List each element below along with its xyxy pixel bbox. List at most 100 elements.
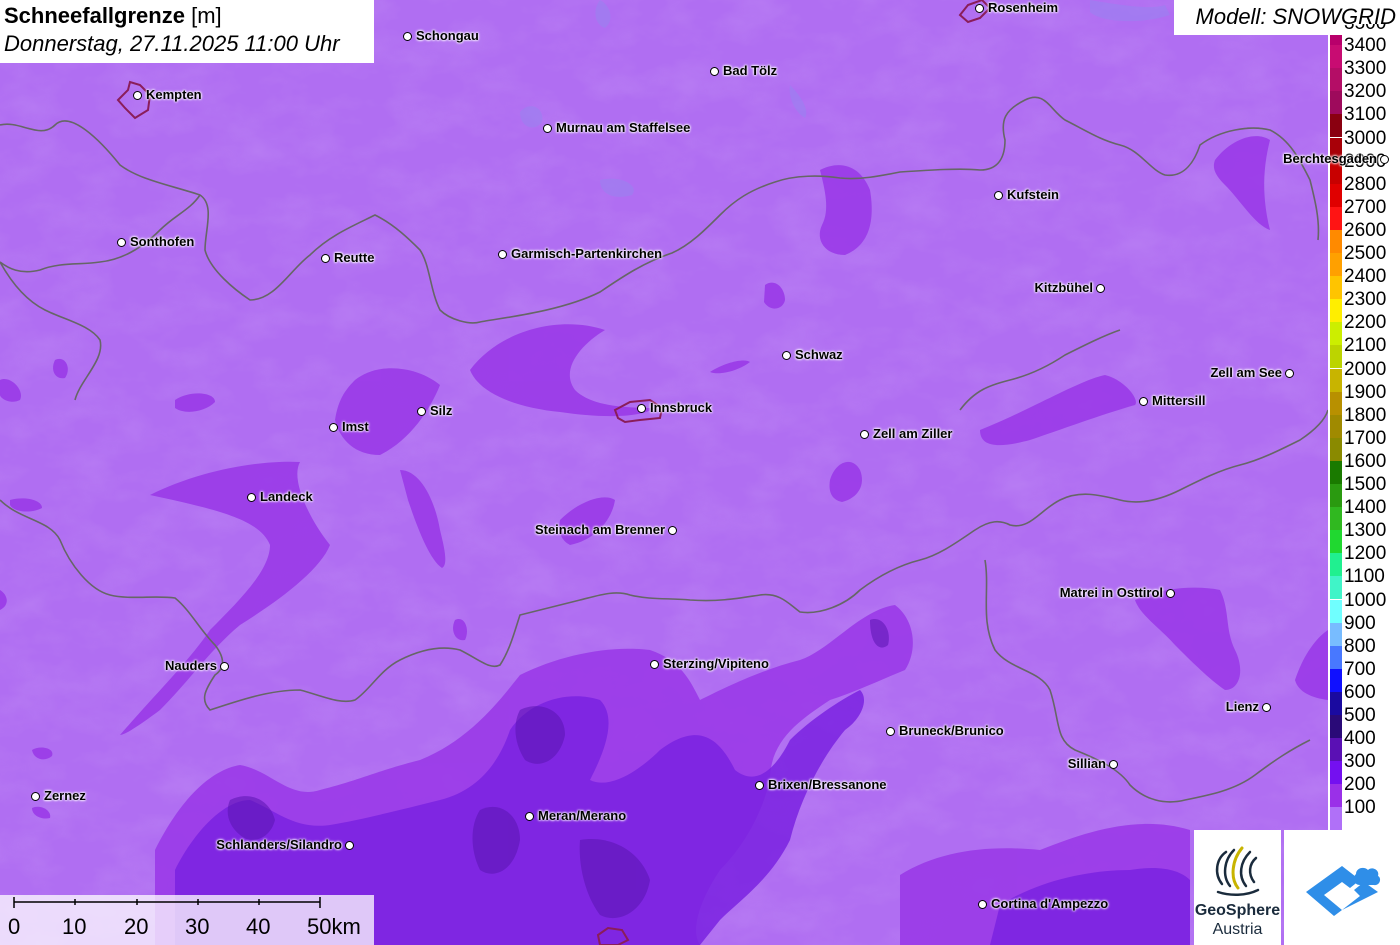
app-logo[interactable] [1284,830,1400,945]
city-marker[interactable] [133,91,142,100]
scale-bar: 0 10 20 30 40 50km [0,895,374,945]
city-label: Bruneck/Brunico [899,723,1004,738]
legend-label: 2100 [1344,335,1387,357]
scale-label-40: 40 [246,914,271,939]
legend-label: 3300 [1344,58,1387,80]
legend-label: 2600 [1344,219,1387,241]
legend-label: 2000 [1344,358,1387,380]
legend-swatch [1330,91,1342,115]
scale-label-20: 20 [124,914,149,939]
legend-label: 1500 [1344,474,1387,495]
city-marker[interactable] [31,792,40,801]
legend-swatch [1330,299,1342,323]
legend-swatch [1330,253,1342,276]
city-label: Bad Tölz [723,63,778,78]
legend-label: 1000 [1344,589,1387,611]
city-marker[interactable] [1166,589,1175,598]
city-marker[interactable] [978,900,987,909]
city-marker[interactable] [117,238,126,247]
legend-swatch [1330,691,1342,715]
legend-label: 2300 [1344,289,1387,311]
city-label: Silz [430,403,453,418]
city-marker[interactable] [220,662,229,671]
city-marker[interactable] [1109,760,1118,769]
city-marker[interactable] [403,32,412,41]
geosphere-emblem-icon [1215,846,1260,896]
legend-swatch [1330,45,1342,69]
legend-swatch [1330,668,1342,692]
legend-swatch [1330,35,1342,45]
city-marker[interactable] [782,351,791,360]
legend-swatch [1330,645,1342,669]
legend-label: 1300 [1344,520,1387,542]
legend-label: 2200 [1344,312,1387,334]
city-label: Zell am Ziller [873,426,953,441]
parameter-name: Schneefallgrenze [4,3,185,28]
city-marker[interactable] [1285,369,1294,378]
legend-swatch [1330,761,1342,785]
city-label: Steinach am Brenner [534,522,665,537]
city-marker[interactable] [498,250,507,259]
snowfall-line-map[interactable] [0,0,1400,945]
city-marker[interactable] [994,191,1003,200]
city-marker[interactable] [755,781,764,790]
city-marker[interactable] [1380,155,1389,164]
legend-swatch [1330,738,1342,762]
city-marker[interactable] [345,841,354,850]
city-label: Berchtesgaden [1283,151,1377,166]
city-marker[interactable] [329,423,338,432]
legend-swatch [1330,322,1342,346]
city-label: Kitzbühel [1034,280,1094,295]
legend-swatch [1330,484,1342,507]
legend-label: 1600 [1344,450,1387,472]
legend-swatch [1330,807,1342,831]
city-marker[interactable] [668,526,677,535]
city-marker[interactable] [710,67,719,76]
legend-label: 400 [1344,728,1376,750]
legend-swatch [1330,622,1342,646]
city-marker[interactable] [1139,397,1148,406]
legend-label: 800 [1344,635,1376,657]
city-marker[interactable] [543,124,552,133]
city-label: Zell am See [1210,365,1282,380]
city-label: Meran/Merano [538,808,627,823]
city-marker[interactable] [975,4,984,13]
city-label: Matrei in Osttirol [1059,585,1163,600]
snow-mountain-app-icon [1306,866,1381,916]
city-label: Zernez [44,788,86,803]
scale-label-30: 30 [185,914,210,939]
city-label: Imst [342,419,369,434]
legend-swatch [1330,183,1342,207]
city-marker[interactable] [637,404,646,413]
city-marker[interactable] [321,254,330,263]
legend-label: 1800 [1344,404,1387,426]
legend-label: 3400 [1344,35,1387,57]
city-marker[interactable] [417,407,426,416]
city-marker[interactable] [860,430,869,439]
scale-label-10: 10 [62,914,87,939]
legend-label: 3100 [1344,104,1387,126]
legend-swatch [1330,114,1342,138]
legend-swatch [1330,437,1342,461]
city-marker[interactable] [650,660,659,669]
legend-label: 1200 [1344,543,1387,565]
city-marker[interactable] [1096,284,1105,293]
city-label: Sterzing/Vipiteno [663,656,769,671]
geosphere-logo[interactable]: GeoSphere Austria [1194,830,1281,945]
city-label: Schlanders/Silandro [216,837,342,852]
legend-label: 1100 [1344,566,1385,588]
city-marker[interactable] [247,493,256,502]
legend-label: 500 [1344,705,1376,726]
legend-swatch [1330,460,1342,484]
city-label: Reutte [334,250,375,265]
city-label: Murnau am Staffelsee [556,120,691,135]
legend-swatch [1330,414,1342,438]
legend-swatch [1330,553,1342,577]
city-label: Brixen/Bressanone [768,777,887,792]
legend-label: 1700 [1344,427,1387,449]
city-marker[interactable] [886,727,895,736]
city-label: Kempten [146,87,202,102]
city-marker[interactable] [525,812,534,821]
legend-swatch [1330,784,1342,808]
city-marker[interactable] [1262,703,1271,712]
